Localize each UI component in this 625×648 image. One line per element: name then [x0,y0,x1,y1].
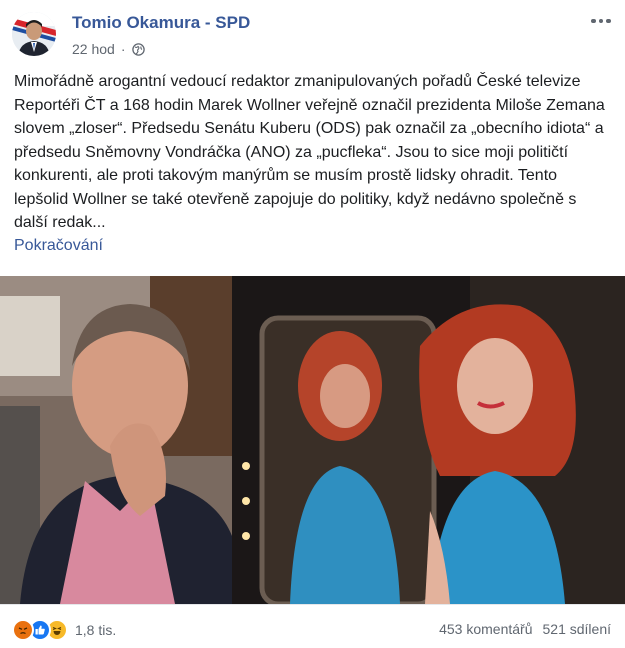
meta-separator: · [120,41,126,57]
author-name[interactable]: Tomio Okamura - SPD [72,13,250,33]
more-options-button[interactable] [587,10,615,32]
more-dots-icon [591,18,596,24]
comment-share-stats: 453 komentářů 521 sdílení [439,621,611,637]
angry-icon [12,619,34,641]
author-avatar[interactable] [12,12,56,56]
post-header: Tomio Okamura - SPD 22 hod · [0,0,625,62]
comments-count[interactable]: 453 komentářů [439,621,532,637]
post-time[interactable]: 22 hod [72,41,115,57]
avatar-image [12,12,56,56]
engagement-bar: 1,8 tis. 453 komentářů 521 sdílení [0,604,625,648]
post-meta: 22 hod · [72,41,145,57]
see-more-link[interactable]: Pokračování [14,237,103,255]
shares-count[interactable]: 521 sdílení [543,621,612,637]
globe-icon[interactable] [131,42,145,56]
reactions-summary[interactable]: 1,8 tis. [12,619,116,641]
reaction-count[interactable]: 1,8 tis. [75,622,116,638]
photo-image [0,276,625,604]
post-body-text: Mimořádně arogantní vedoucí redaktor zma… [14,73,605,231]
post-photo[interactable] [0,276,625,604]
